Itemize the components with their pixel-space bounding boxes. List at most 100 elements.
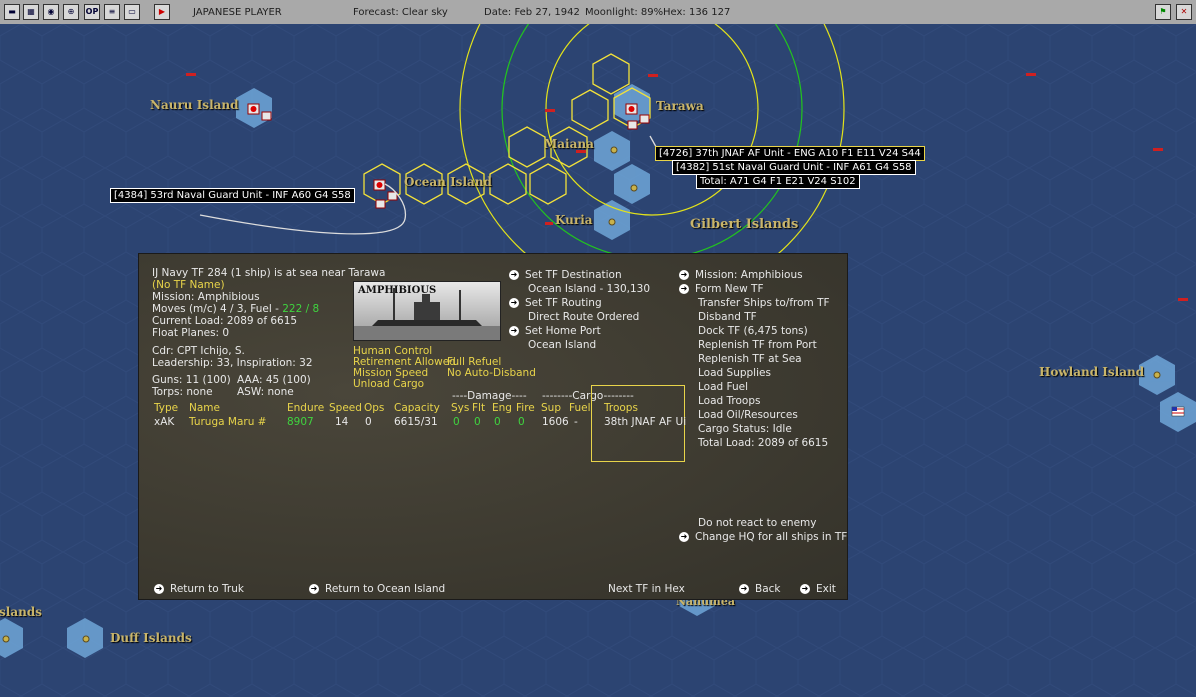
row-speed: 14	[335, 416, 349, 428]
load-fuel-button[interactable]: Load Fuel	[698, 381, 748, 393]
arrow-right-icon: ➜	[309, 584, 319, 594]
target-icon[interactable]: ⊕	[63, 4, 79, 20]
tf-mission: Mission: Amphibious	[152, 291, 260, 303]
row-sys: 0	[453, 416, 460, 428]
arrow-right-icon: ➜	[679, 284, 689, 294]
map-label-nauru: Nauru Island	[150, 98, 239, 112]
damage-header: ----Damage----	[452, 390, 527, 402]
col-flt: Flt	[472, 402, 486, 414]
row-troops: 38th JNAF AF Ui	[604, 416, 687, 428]
next-tf-button[interactable]: Next TF in Hex	[608, 583, 685, 595]
form-new-tf-button[interactable]: ➜ Form New TF	[679, 283, 763, 295]
unit-tooltip-ocean: [4384] 53rd Naval Guard Unit - INF A60 G…	[110, 188, 355, 203]
player-label: JAPANESE PLAYER	[193, 7, 282, 18]
set-destination-button[interactable]: ➜ Set TF Destination	[509, 269, 622, 281]
disband-tf-button[interactable]: Disband TF	[698, 311, 757, 323]
close-icon[interactable]: ✕	[1176, 4, 1192, 20]
row-ops: 0	[365, 416, 372, 428]
cargo-status: Cargo Status: Idle	[698, 423, 792, 435]
toolbar-button-2[interactable]: ▦	[23, 4, 39, 20]
exit-button[interactable]: ➜ Exit	[800, 583, 836, 595]
row-fire: 0	[518, 416, 525, 428]
col-speed: Speed	[329, 402, 362, 414]
tf-commander[interactable]: Cdr: CPT Ichijo, S.	[152, 345, 245, 357]
toolbar-button-1[interactable]: ▬	[4, 4, 20, 20]
flag-icon[interactable]: ⚑	[1155, 4, 1171, 20]
destination-value: Ocean Island - 130,130	[528, 283, 651, 295]
date-label: Date: Feb 27, 1942	[484, 7, 580, 18]
load-troops-button[interactable]: Load Troops	[698, 395, 760, 407]
row-name[interactable]: Turuga Maru #	[189, 416, 266, 428]
globe-icon[interactable]: ◉	[43, 4, 59, 20]
home-port-value: Ocean Island	[528, 339, 597, 351]
map-label-ocean: Ocean Island	[404, 175, 492, 189]
op-button[interactable]: OP	[84, 4, 100, 20]
dock-tf-button[interactable]: Dock TF (6,475 tons)	[698, 325, 808, 337]
hex-label: Hex: 136 127	[663, 7, 731, 18]
map-label-kuria: Kuria	[555, 213, 593, 227]
col-capacity: Capacity	[394, 402, 440, 414]
row-capacity: 6615/31	[394, 416, 438, 428]
arrow-right-icon: ➜	[679, 532, 689, 542]
ship-image: AMPHIBIOUS	[353, 281, 501, 341]
col-eng: Eng	[492, 402, 512, 414]
col-name: Name	[189, 402, 220, 414]
set-home-port-button[interactable]: ➜ Set Home Port	[509, 325, 601, 337]
tf-guns: Guns: 11 (100)	[152, 374, 231, 386]
fuel-value: 222 / 8	[282, 303, 320, 315]
tf-name[interactable]: (No TF Name)	[152, 279, 225, 291]
tf-asw: ASW: none	[237, 386, 294, 398]
map-label-gilbert: Gilbert Islands	[690, 217, 799, 232]
transfer-ships-button[interactable]: Transfer Ships to/from TF	[698, 297, 830, 309]
us-flag-icon	[1171, 406, 1185, 417]
moonlight-label: Moonlight: 89%	[585, 7, 664, 18]
col-sup: Sup	[541, 402, 561, 414]
list-icon[interactable]: ≡	[104, 4, 120, 20]
map-label-howland: Howland Island	[1039, 365, 1145, 379]
arrow-right-icon: ➜	[509, 326, 519, 336]
arrow-right-icon: ➜	[800, 584, 810, 594]
ship-silhouette-icon	[354, 288, 500, 340]
task-force-panel: IJ Navy TF 284 (1 ship) is at sea near T…	[138, 253, 848, 600]
replenish-sea-button[interactable]: Replenish TF at Sea	[698, 353, 802, 365]
window-icon[interactable]: ▭	[124, 4, 140, 20]
change-hq-button[interactable]: ➜ Change HQ for all ships in TF	[679, 531, 847, 543]
arrow-right-icon: ➜	[509, 298, 519, 308]
load-oil-button[interactable]: Load Oil/Resources	[698, 409, 798, 421]
col-troops: Troops	[604, 402, 638, 414]
tf-title: IJ Navy TF 284 (1 ship) is at sea near T…	[152, 267, 386, 279]
return-truk-button[interactable]: ➜ Return to Truk	[154, 583, 244, 595]
row-sup: 1606	[542, 416, 569, 428]
load-supplies-button[interactable]: Load Supplies	[698, 367, 771, 379]
replenish-port-button[interactable]: Replenish TF from Port	[698, 339, 817, 351]
row-endure: 8907	[287, 416, 314, 428]
map-label-islands: Islands	[0, 605, 42, 619]
row-fuel: -	[574, 416, 578, 428]
tf-current-load: Current Load: 2089 of 6615	[152, 315, 298, 327]
unload-cargo-toggle[interactable]: Unload Cargo	[353, 378, 424, 390]
do-not-react-toggle[interactable]: Do not react to enemy	[698, 517, 816, 529]
unit-tooltip-tarawa-total: Total: A71 G4 F1 E21 V24 S102	[696, 174, 860, 189]
tf-aaa: AAA: 45 (100)	[237, 374, 311, 386]
tf-float-planes: Float Planes: 0	[152, 327, 230, 339]
row-flt: 0	[474, 416, 481, 428]
unit-tooltip-tarawa-2: [4382] 51st Naval Guard Unit - INF A61 G…	[672, 160, 916, 175]
arrow-right-icon: ➜	[679, 270, 689, 280]
tf-torps: Torps: none	[152, 386, 213, 398]
return-ocean-button[interactable]: ➜ Return to Ocean Island	[309, 583, 445, 595]
row-type: xAK	[154, 416, 175, 428]
mission-button[interactable]: ➜ Mission: Amphibious	[679, 269, 803, 281]
row-eng: 0	[494, 416, 501, 428]
back-button[interactable]: ➜ Back	[739, 583, 781, 595]
set-routing-button[interactable]: ➜ Set TF Routing	[509, 297, 602, 309]
play-icon[interactable]: ▶	[154, 4, 170, 20]
arrow-right-icon: ➜	[154, 584, 164, 594]
map-label-maiana: Maiana	[544, 137, 594, 151]
auto-disband-toggle[interactable]: No Auto-Disband	[447, 367, 536, 379]
tf-leadership: Leadership: 33, Inspiration: 32	[152, 357, 313, 369]
col-fire: Fire	[516, 402, 535, 414]
arrow-right-icon: ➜	[509, 270, 519, 280]
route-status: Direct Route Ordered	[528, 311, 640, 323]
col-ops: Ops	[364, 402, 385, 414]
col-fuel: Fuel	[569, 402, 591, 414]
